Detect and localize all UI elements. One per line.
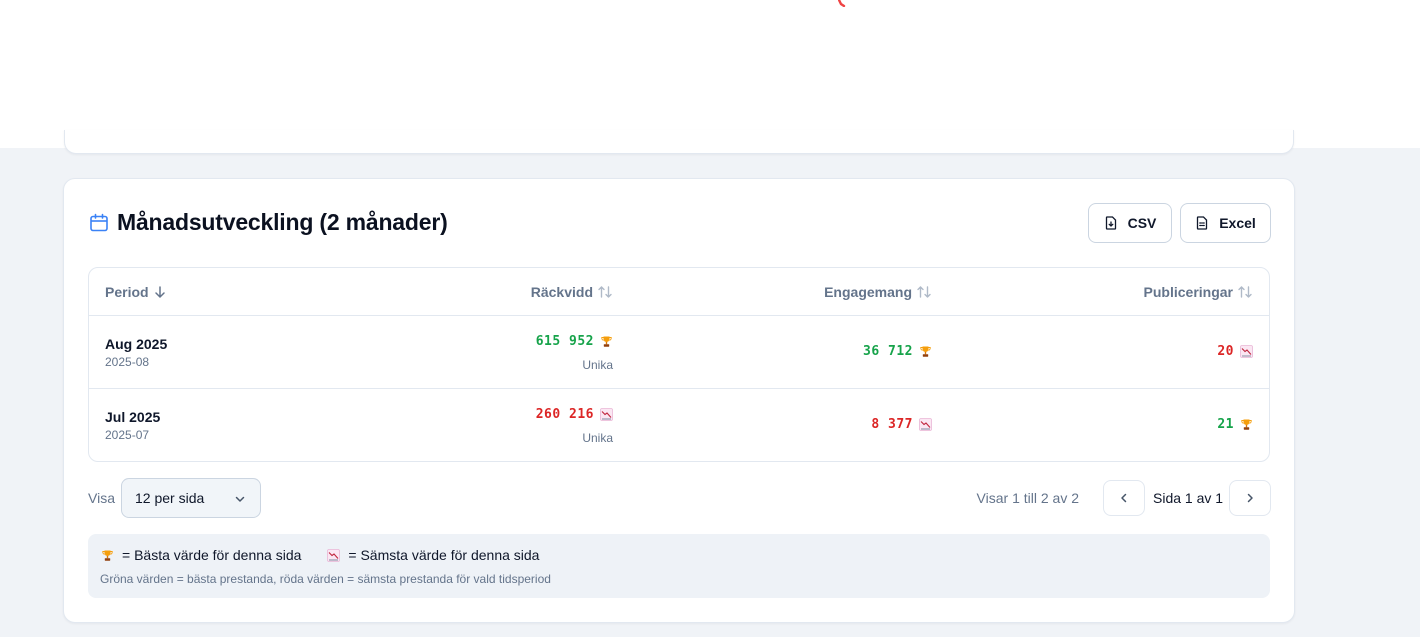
calendar-icon	[89, 213, 109, 233]
publications-number: 20	[1217, 344, 1234, 359]
loading-spinner-icon	[838, 0, 846, 7]
engagement-value: 36 712	[863, 344, 932, 359]
legend-box: = Bästa värde för denna sida = Sämsta vä…	[88, 534, 1270, 598]
show-label: Visa	[88, 490, 115, 506]
reach-subtitle: Unika	[582, 358, 613, 372]
legend-row: = Bästa värde för denna sida = Sämsta vä…	[101, 547, 539, 563]
reach-value: 615 952	[536, 334, 613, 349]
column-header-label: Engagemang	[824, 284, 912, 300]
spreadsheet-icon	[1197, 216, 1208, 230]
sort-icon	[1238, 286, 1252, 298]
per-page-select[interactable]: 12 per sida	[121, 478, 261, 518]
period-label: Aug 2025	[105, 336, 168, 352]
file-download-icon	[1105, 216, 1116, 230]
sort-icon	[917, 286, 931, 298]
publications-number: 21	[1217, 417, 1234, 432]
chart-down-icon	[919, 418, 932, 431]
chevron-down-icon	[235, 496, 245, 502]
monthly-development-card: Månadsutveckling (2 månader) CSV Excel P…	[63, 178, 1295, 623]
column-header-reach[interactable]: Räckvidd	[531, 268, 613, 316]
reach-subtitle: Unika	[582, 431, 613, 445]
reach-number: 260 216	[535, 407, 594, 422]
column-header-label: Räckvidd	[530, 284, 593, 300]
trophy-icon	[600, 335, 613, 348]
previous-card	[64, 130, 1294, 154]
chart-down-icon	[327, 548, 341, 562]
period-code: 2025-07	[105, 428, 150, 442]
column-header-label: Publiceringar	[1143, 284, 1233, 300]
table-row: Aug 2025 2025-08 615 952 Unika 36 712 20	[89, 316, 1269, 389]
table-header: Period Räckvidd Engagemang Publiceringar	[89, 268, 1269, 316]
previous-page-button[interactable]	[1103, 480, 1145, 516]
csv-label: CSV	[1127, 215, 1157, 231]
export-csv-button[interactable]: CSV	[1088, 203, 1172, 243]
legend-best-text: = Bästa värde för denna sida	[122, 547, 302, 563]
per-page-value: 12 per sida	[135, 490, 205, 506]
trophy-icon	[919, 345, 932, 358]
legend-worst-text: = Sämsta värde för denna sida	[348, 547, 540, 563]
next-page-button[interactable]	[1229, 480, 1271, 516]
column-header-engagement[interactable]: Engagemang	[824, 268, 932, 316]
column-header-period[interactable]: Period	[105, 268, 167, 316]
chevron-right-icon	[1247, 493, 1253, 503]
chart-down-icon	[1240, 345, 1253, 358]
chart-down-icon	[600, 408, 613, 421]
engagement-number: 8 377	[871, 417, 913, 432]
chevron-left-icon	[1121, 493, 1127, 503]
column-header-publications[interactable]: Publiceringar	[1144, 268, 1253, 316]
trophy-icon	[101, 549, 114, 562]
page-indicator: Sida 1 av 1	[1153, 490, 1224, 506]
engagement-number: 36 712	[863, 344, 913, 359]
publications-value: 20	[1217, 344, 1253, 359]
export-excel-button[interactable]: Excel	[1180, 203, 1271, 243]
top-panel	[0, 0, 1420, 148]
card-header: Månadsutveckling (2 månader)	[89, 209, 448, 236]
legend-note: Gröna värden = bästa prestanda, röda vär…	[100, 572, 551, 586]
trophy-icon	[1240, 418, 1253, 431]
monthly-table: Period Räckvidd Engagemang Publiceringar…	[88, 267, 1270, 462]
publications-value: 21	[1217, 417, 1253, 432]
reach-number: 615 952	[535, 334, 594, 349]
engagement-value: 8 377	[871, 417, 932, 432]
period-label: Jul 2025	[105, 409, 161, 425]
period-code: 2025-08	[105, 355, 150, 369]
sort-descending-icon	[154, 286, 165, 298]
showing-range: Visar 1 till 2 av 2	[976, 490, 1079, 506]
card-title: Månadsutveckling (2 månader)	[117, 209, 448, 235]
table-row: Jul 2025 2025-07 260 216 Unika 8 377 21	[89, 389, 1269, 461]
sort-icon	[598, 286, 612, 298]
excel-label: Excel	[1219, 215, 1256, 231]
reach-value: 260 216	[536, 407, 613, 422]
column-header-label: Period	[105, 284, 149, 300]
